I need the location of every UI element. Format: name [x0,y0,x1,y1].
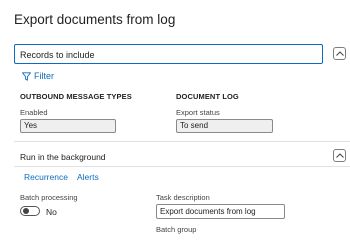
toggle-knob [23,208,29,214]
enabled-label: Enabled [20,108,48,117]
filter-label: Filter [34,71,54,81]
batch-processing-label: Batch processing [20,193,78,202]
outbound-message-types-heading: OUTBOUND MESSAGE TYPES [20,92,132,101]
batch-group-label: Batch group [156,225,197,234]
alerts-link[interactable]: Alerts [77,172,99,182]
filter-icon [22,71,31,81]
batch-processing-value: No [46,207,57,217]
chevron-up-icon [335,51,344,56]
enabled-field[interactable]: Yes [20,119,116,133]
document-log-heading: DOCUMENT LOG [176,92,239,101]
batch-processing-toggle[interactable] [20,206,40,216]
section-divider [14,141,350,142]
filter-button[interactable]: Filter [22,71,54,81]
background-divider [14,166,350,167]
chevron-up-icon [335,153,344,158]
export-status-field[interactable]: To send [176,119,273,133]
records-to-include-label: Records to include [20,50,95,60]
task-description-field[interactable]: Export documents from log [156,204,285,219]
page-title: Export documents from log [14,12,176,27]
background-collapse-button[interactable] [333,149,346,162]
run-in-background-label: Run in the background [20,152,106,162]
task-description-label: Task description [156,193,210,202]
recurrence-link[interactable]: Recurrence [24,172,68,182]
records-collapse-button[interactable] [333,47,346,60]
export-status-label: Export status [176,108,220,117]
